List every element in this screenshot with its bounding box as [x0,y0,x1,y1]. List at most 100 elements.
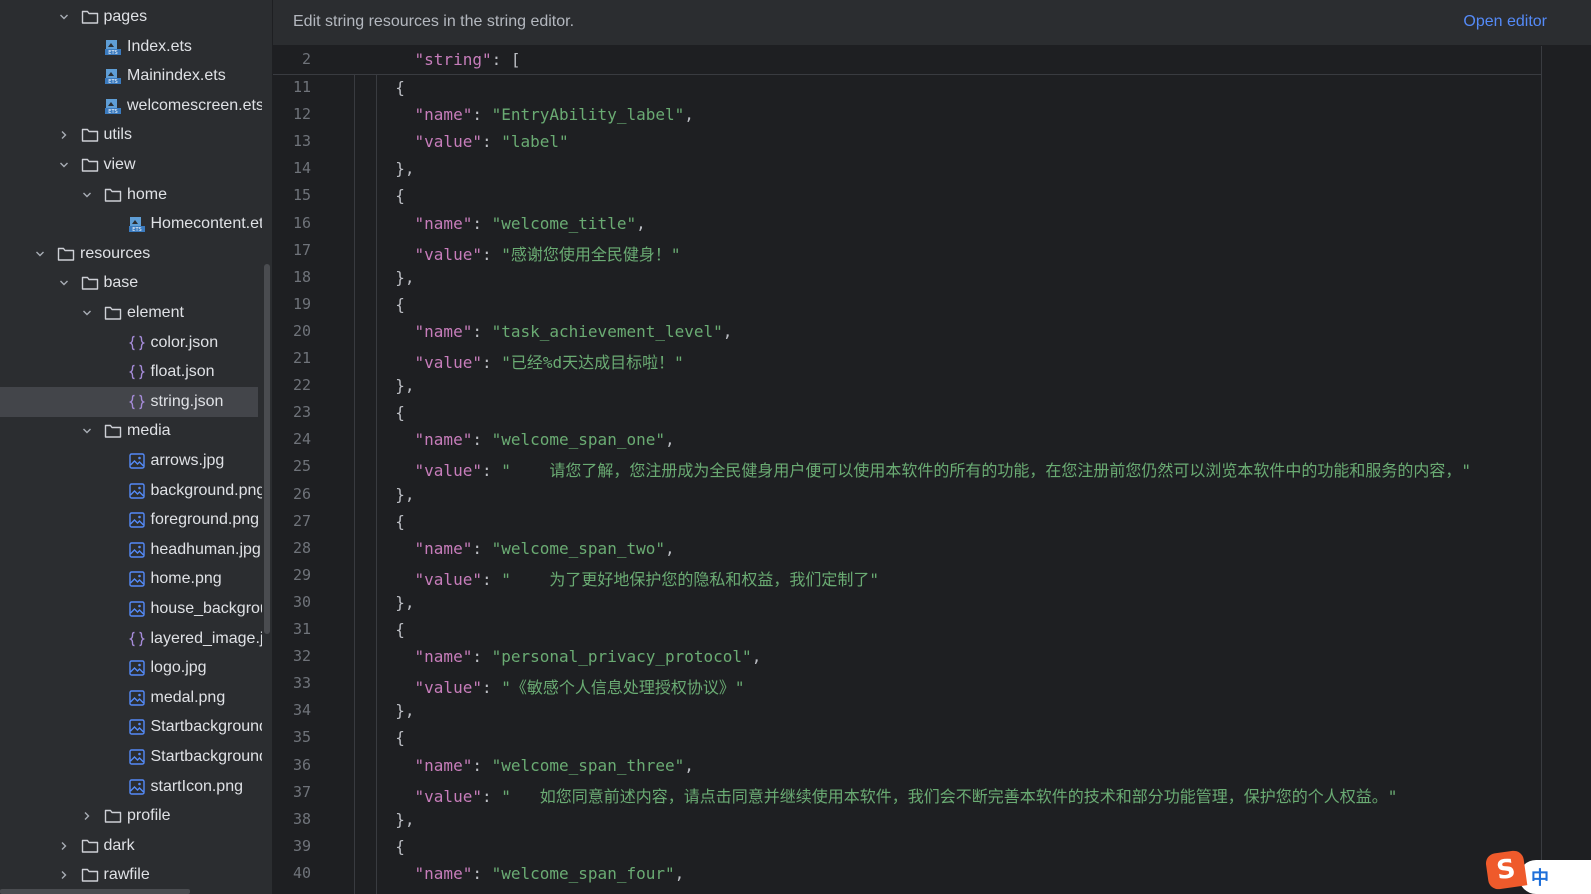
code-line[interactable]: 40 "name": "welcome_span_four", [273,860,1541,887]
code-line[interactable]: 26 }, [273,481,1541,508]
chevron-down-icon[interactable] [58,277,70,289]
code-line[interactable]: 12 "name": "EntryAbility_label", [273,101,1541,128]
code-line[interactable]: 31 { [273,616,1541,643]
tree-item-headhuman-jpg[interactable]: headhuman.jpg [0,535,261,565]
chevron-down-icon[interactable] [81,189,93,201]
chevron-right-icon[interactable] [58,869,70,881]
tree-item-media[interactable]: media [0,416,258,446]
tree-item-logo-jpg[interactable]: logo.jpg [0,653,258,683]
code-text: "value": " 为了更好地保护您的隐私和权益，我们定制了" [376,566,880,590]
code-line[interactable]: 27 { [273,508,1541,535]
tree-item-layered-image-js[interactable]: layered_image.js [0,624,271,654]
code-text: "value": " 如您同意前述内容，请点击同意并继续使用本软件，我们会不断完… [376,783,1398,807]
sidebar-scrollbar-thumb[interactable] [264,264,270,634]
code-text: "name": "task_achievement_level", [376,321,733,341]
tree-item-startbackground[interactable]: Startbackground [0,742,268,772]
code-line[interactable]: 17 "value": "感谢您使用全民健身！" [273,237,1541,264]
sticky-scroll-line[interactable]: 2 "string": [ [273,46,1541,75]
tree-item-element[interactable]: element [0,298,258,328]
chevron-down-icon[interactable] [34,248,46,260]
tree-item-starticon-png[interactable]: startIcon.png [0,772,258,802]
chevron-right-icon[interactable] [58,840,70,852]
code-line[interactable]: 19 { [273,291,1541,318]
tree-item-medal-png[interactable]: medal.png [0,683,258,713]
chevron-right-icon[interactable] [81,810,93,822]
line-number: 37 [292,782,311,801]
editor-scrollbar[interactable] [1558,46,1591,894]
json-key: "value" [376,569,482,589]
chevron-right-icon[interactable] [58,129,70,141]
tree-item-string-json[interactable]: string.json [0,386,258,417]
code-line[interactable]: 38 }, [273,806,1541,833]
code-line[interactable]: 20 "name": "task_achievement_level", [273,318,1541,345]
chevron-down-icon[interactable] [58,11,70,23]
image-file-icon [128,659,146,677]
tree-item-view[interactable]: view [0,150,258,180]
line-number: 11 [292,78,311,96]
ets-file-icon: ETS [104,38,122,56]
code-line[interactable]: 18 }, [273,264,1541,291]
tree-item-label: logo.jpg [150,659,207,677]
code-line[interactable]: 35 { [273,724,1541,751]
code-line[interactable]: 30 }, [273,589,1541,616]
tree-item-mainindex-ets[interactable]: ETS Mainindex.ets [0,61,258,91]
tree-item-base[interactable]: base [0,268,258,298]
tree-item-resources[interactable]: resources [0,239,258,269]
code-line[interactable]: 13 "value": "label" [273,128,1541,155]
tree-item-background-png[interactable]: background.png [0,476,265,506]
json-braces-icon [128,393,146,411]
ime-indicator[interactable]: S 中 [1484,849,1591,894]
tree-item-startbackground[interactable]: Startbackground [0,712,268,742]
code-line[interactable]: 29 "value": " 为了更好地保护您的隐私和权益，我们定制了" [273,562,1541,589]
code-line[interactable]: 36 "name": "welcome_span_three", [273,752,1541,779]
code-line[interactable]: 16 "name": "welcome_title", [273,210,1541,237]
chevron-down-icon[interactable] [58,159,70,171]
tree-item-homecontent-ets[interactable]: ETS Homecontent.ets [0,209,271,239]
json-string: "《敏感个人信息处理授权协议》" [501,678,745,698]
tree-item-rawfile[interactable]: rawfile [0,860,258,890]
tree-item-home[interactable]: home [0,180,258,210]
code-text: "value": "label" [376,132,569,151]
json-key: "name" [376,430,473,450]
code-line[interactable]: 23 { [273,399,1541,426]
tree-item-color-json[interactable]: color.json [0,328,258,358]
code-line[interactable]: 14 }, [273,155,1541,182]
code-line[interactable]: 25 "value": " 请您了解，您注册成为全民健身用户便可以使用本软件的所… [273,453,1541,480]
chevron-down-icon[interactable] [81,425,93,437]
tree-item-home-png[interactable]: home.png [0,564,258,594]
punctuation: : [481,353,502,372]
code-line[interactable]: 24 "name": "welcome_span_one", [273,426,1541,453]
tree-item-foreground-png[interactable]: foreground.png [0,505,259,535]
code-line[interactable]: 28 "name": "welcome_span_two", [273,535,1541,562]
ets-file-icon: ETS [104,97,122,115]
chevron-down-icon[interactable] [81,307,93,319]
line-number: 15 [292,186,311,205]
line-number: 33 [292,674,311,693]
tree-item-house-backgroun[interactable]: house_backgroun [0,594,272,624]
code-line[interactable]: 39 { [273,833,1541,860]
open-editor-link[interactable]: Open editor [1463,13,1547,31]
code-editor[interactable]: 2 "string": [ 11 {12 "name": "EntryAbili… [273,46,1591,894]
tree-item-index-ets[interactable]: ETS Index.ets [0,32,258,62]
folder-icon [104,807,122,825]
code-line[interactable]: 33 "value": "《敏感个人信息处理授权协议》" [273,670,1541,697]
code-line[interactable]: 22 }, [273,372,1541,399]
code-line[interactable]: 32 "name": "personal_privacy_protocol", [273,643,1541,670]
json-string: "感谢您使用全民健身！" [501,244,681,264]
code-line[interactable]: 37 "value": " 如您同意前述内容，请点击同意并继续使用本软件，我们会… [273,779,1541,806]
svg-text:ETS: ETS [108,79,117,85]
code-line[interactable]: 11 { [273,74,1541,101]
punctuation: : [472,321,492,341]
code-line[interactable]: 21 "value": "已经%d天达成目标啦！" [273,345,1541,372]
tree-item-dark[interactable]: dark [0,831,258,861]
tree-item-welcomescreen-ets[interactable]: ETS welcomescreen.ets [0,91,264,121]
tree-item-profile[interactable]: profile [0,801,258,831]
code-line[interactable]: 15 { [273,182,1541,209]
tree-item-float-json[interactable]: float.json [0,357,258,387]
sidebar-horizontal-scrollbar[interactable] [0,889,190,894]
code-text: "value": "《敏感个人信息处理授权协议》" [376,674,745,698]
code-line[interactable]: 34 }, [273,697,1541,724]
tree-item-arrows-jpg[interactable]: arrows.jpg [0,446,258,476]
tree-item-utils[interactable]: utils [0,120,258,150]
tree-item-pages[interactable]: pages [0,2,258,32]
